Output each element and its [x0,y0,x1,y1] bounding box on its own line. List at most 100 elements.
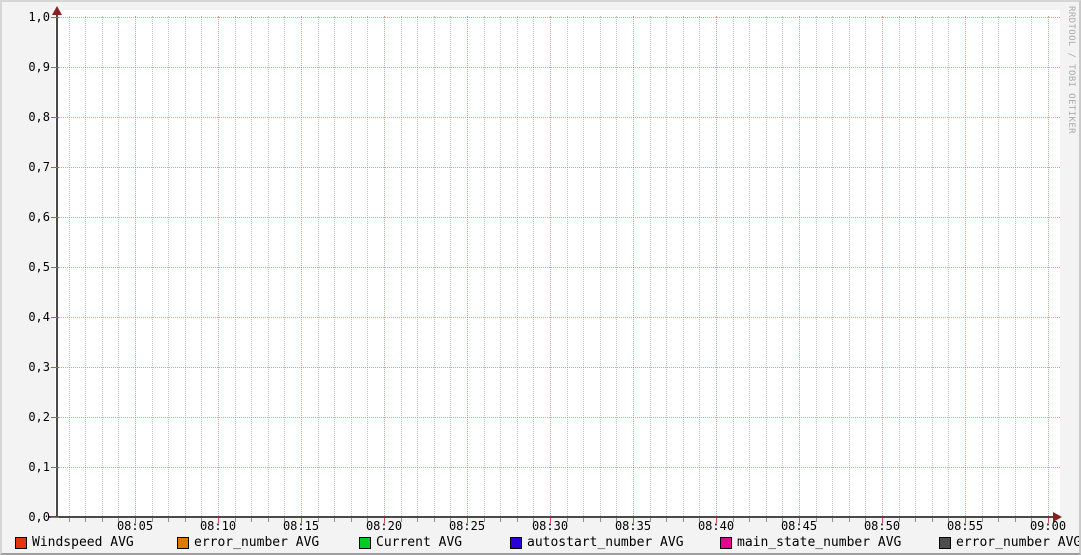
vertical-gridline [201,16,202,516]
x-axis-tick [434,518,435,522]
legend-color-swatch [15,537,27,549]
x-axis-tick [268,518,269,522]
vertical-gridline [799,16,800,516]
x-axis-tick [1015,518,1016,522]
x-axis-tick [185,518,186,522]
x-tick-label: 08:20 [360,519,408,533]
y-axis-tick [51,267,59,268]
y-axis-tick [51,167,59,168]
vertical-gridline [683,16,684,516]
y-tick-label: 0,1 [2,460,50,474]
vertical-gridline [1031,16,1032,516]
y-tick-label: 0,2 [2,410,50,424]
legend-color-swatch [939,537,951,549]
vertical-gridline [484,16,485,516]
y-axis-tick [51,317,59,318]
vertical-gridline [235,16,236,516]
chart-legend: Windspeed AVG error_number AVG Current AVG… [2,535,1081,553]
y-tick-label: 0,6 [2,210,50,224]
x-axis-tick [351,518,352,522]
vertical-gridline [932,16,933,516]
x-tick-label: 08:10 [194,519,242,533]
vertical-gridline [1048,16,1049,516]
y-axis-tick [51,17,59,18]
x-axis-tick [102,518,103,522]
horizontal-gridline [55,367,1060,368]
x-tick-label: 08:05 [111,519,159,533]
x-axis-tick [583,518,584,522]
x-tick-label: 08:30 [526,519,574,533]
vertical-gridline [865,16,866,516]
vertical-gridline [600,16,601,516]
legend-label: autostart_number AVG [527,535,684,551]
vertical-gridline [152,16,153,516]
vertical-gridline [948,16,949,516]
horizontal-gridline [55,267,1060,268]
legend-color-swatch [359,537,371,549]
vertical-gridline [301,16,302,516]
legend-color-swatch [720,537,732,549]
y-tick-label: 0,8 [2,110,50,124]
y-axis-tick [51,117,59,118]
y-tick-label: 0,9 [2,60,50,74]
horizontal-gridline [55,467,1060,468]
vertical-gridline [583,16,584,516]
x-axis-tick [915,518,916,522]
vertical-gridline [351,16,352,516]
vertical-gridline [832,16,833,516]
vertical-gridline [650,16,651,516]
rrdtool-graph: 1,00,90,80,70,60,50,40,30,20,10,0 08:050… [0,0,1081,555]
y-tick-label: 0,3 [2,360,50,374]
x-tick-label: 08:40 [692,519,740,533]
vertical-gridline [982,16,983,516]
vertical-gridline [284,16,285,516]
x-axis-tick [500,518,501,522]
x-axis-tick [849,518,850,522]
y-tick-label: 0,7 [2,160,50,174]
x-axis-tick [85,518,86,522]
vertical-gridline [69,16,70,516]
vertical-gridline [849,16,850,516]
vertical-gridline [85,16,86,516]
y-axis-tick [51,467,59,468]
vertical-gridline [699,16,700,516]
vertical-gridline [135,16,136,516]
legend-label: Current AVG [376,535,462,551]
x-axis-tick [932,518,933,522]
x-axis-tick [998,518,999,522]
vertical-gridline [616,16,617,516]
x-tick-label: 08:55 [941,519,989,533]
vertical-gridline [550,16,551,516]
vertical-gridline [567,16,568,516]
vertical-gridline [816,16,817,516]
horizontal-gridline [55,167,1060,168]
y-tick-label: 0,5 [2,260,50,274]
x-axis-tick [168,518,169,522]
legend-label: error_number AVG [956,535,1081,551]
legend-label: main_state_number AVG [737,535,901,551]
vertical-gridline [185,16,186,516]
horizontal-gridline [55,67,1060,68]
horizontal-gridline [55,117,1060,118]
vertical-gridline [318,16,319,516]
x-axis-tick [517,518,518,522]
vertical-gridline [749,16,750,516]
vertical-gridline [500,16,501,516]
vertical-gridline [417,16,418,516]
x-tick-label: 08:15 [277,519,325,533]
legend-label: Windspeed AVG [32,535,134,551]
vertical-gridline [517,16,518,516]
vertical-gridline [666,16,667,516]
vertical-gridline [633,16,634,516]
x-tick-label: 08:45 [775,519,823,533]
vertical-gridline [733,16,734,516]
vertical-gridline [899,16,900,516]
vertical-gridline [450,16,451,516]
y-tick-label: 0,0 [2,510,50,524]
y-axis-tick [51,517,59,518]
vertical-gridline [251,16,252,516]
x-axis-tick [666,518,667,522]
vertical-gridline [716,16,717,516]
vertical-gridline [268,16,269,516]
x-axis-tick [600,518,601,522]
